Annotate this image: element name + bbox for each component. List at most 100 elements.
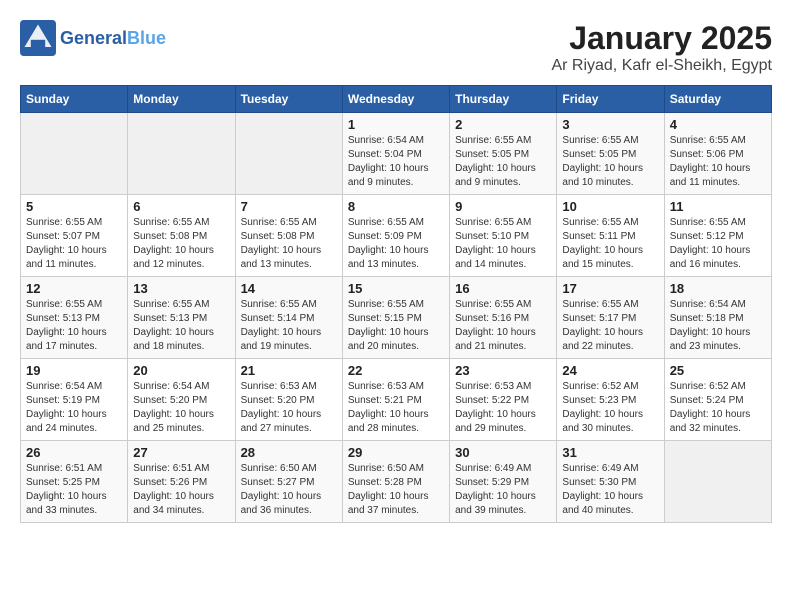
day-number: 4 [670,117,766,132]
day-info: Sunrise: 6:55 AMSunset: 5:14 PMDaylight:… [241,298,337,354]
day-info: Sunrise: 6:55 AMSunset: 5:15 PMDaylight:… [348,298,444,354]
page-header: GeneralBlue January 2025 Ar Riyad, Kafr … [20,20,772,75]
day-of-week-header: Friday [557,86,664,113]
calendar-cell [21,113,128,195]
calendar-cell: 30Sunrise: 6:49 AMSunset: 5:29 PMDayligh… [450,441,557,523]
day-number: 16 [455,281,551,296]
day-number: 22 [348,363,444,378]
calendar-week-row: 26 Sunrise: 6:51 AMSunset: 5:25 PMDayligh… [21,441,772,523]
day-info: Sunrise: 6:51 AMSunset: 5:25 PMDaylight:… [26,462,122,518]
day-of-week-header: Monday [128,86,235,113]
day-info: Sunrise: 6:53 AMSunset: 5:20 PMDaylight:… [241,380,337,436]
day-info: Sunrise: 6:55 AMSunset: 5:08 PMDaylight:… [241,216,337,272]
day-info: Sunrise: 6:55 AMSunset: 5:12 PMDaylight:… [670,216,766,272]
day-of-week-header: Saturday [664,86,771,113]
calendar-cell: 9 Sunrise: 6:55 AMSunset: 5:10 PMDaylight… [450,195,557,277]
day-info: Sunrise: 6:52 AMSunset: 5:23 PMDaylight:… [562,380,658,436]
day-number: 30 [455,445,551,460]
calendar-cell: 8Sunrise: 6:55 AMSunset: 5:09 PMDaylight… [342,195,449,277]
day-number: 26 [26,445,122,460]
calendar-cell: 7 Sunrise: 6:55 AMSunset: 5:08 PMDaylight… [235,195,342,277]
day-info: Sunrise: 6:49 AMSunset: 5:30 PMDaylight:… [562,462,658,518]
day-info: Sunrise: 6:51 AMSunset: 5:26 PMDaylight:… [133,462,229,518]
day-info: Sunrise: 6:54 AMSunset: 5:18 PMDaylight:… [670,298,766,354]
calendar-week-row: 1 Sunrise: 6:54 AMSunset: 5:04 PMDaylight… [21,113,772,195]
day-number: 5 [26,199,122,214]
calendar-header-row: SundayMondayTuesdayWednesdayThursdayFrid… [21,86,772,113]
day-info: Sunrise: 6:55 AMSunset: 5:11 PMDaylight:… [562,216,658,272]
day-number: 9 [455,199,551,214]
day-info: Sunrise: 6:55 AMSunset: 5:13 PMDaylight:… [133,298,229,354]
calendar-cell: 17 Sunrise: 6:55 AMSunset: 5:17 PMDayligh… [557,277,664,359]
day-info: Sunrise: 6:55 AMSunset: 5:17 PMDaylight:… [562,298,658,354]
calendar-cell: 26 Sunrise: 6:51 AMSunset: 5:25 PMDayligh… [21,441,128,523]
day-info: Sunrise: 6:50 AMSunset: 5:28 PMDaylight:… [348,462,444,518]
day-number: 7 [241,199,337,214]
calendar-cell [235,113,342,195]
calendar-cell: 21 Sunrise: 6:53 AMSunset: 5:20 PMDayligh… [235,359,342,441]
calendar-cell: 1 Sunrise: 6:54 AMSunset: 5:04 PMDaylight… [342,113,449,195]
day-number: 28 [241,445,337,460]
day-info: Sunrise: 6:55 AMSunset: 5:07 PMDaylight:… [26,216,122,272]
day-of-week-header: Sunday [21,86,128,113]
day-info: Sunrise: 6:54 AMSunset: 5:20 PMDaylight:… [133,380,229,436]
day-info: Sunrise: 6:55 AMSunset: 5:08 PMDaylight:… [133,216,229,272]
day-number: 25 [670,363,766,378]
day-info: Sunrise: 6:55 AMSunset: 5:06 PMDaylight:… [670,134,766,190]
day-info: Sunrise: 6:53 AMSunset: 5:21 PMDaylight:… [348,380,444,436]
calendar-cell: 22 Sunrise: 6:53 AMSunset: 5:21 PMDayligh… [342,359,449,441]
calendar-cell: 16 Sunrise: 6:55 AMSunset: 5:16 PMDayligh… [450,277,557,359]
calendar-week-row: 12 Sunrise: 6:55 AMSunset: 5:13 PMDayligh… [21,277,772,359]
calendar-cell: 24 Sunrise: 6:52 AMSunset: 5:23 PMDayligh… [557,359,664,441]
calendar-cell: 5 Sunrise: 6:55 AMSunset: 5:07 PMDaylight… [21,195,128,277]
logo-text: GeneralBlue [60,28,166,49]
calendar-cell: 25Sunrise: 6:52 AMSunset: 5:24 PMDayligh… [664,359,771,441]
calendar-cell: 29 Sunrise: 6:50 AMSunset: 5:28 PMDayligh… [342,441,449,523]
calendar-cell: 19 Sunrise: 6:54 AMSunset: 5:19 PMDayligh… [21,359,128,441]
calendar-cell: 4 Sunrise: 6:55 AMSunset: 5:06 PMDaylight… [664,113,771,195]
day-number: 11 [670,199,766,214]
day-info: Sunrise: 6:54 AMSunset: 5:04 PMDaylight:… [348,134,444,190]
day-number: 15 [348,281,444,296]
title-block: January 2025 Ar Riyad, Kafr el-Sheikh, E… [551,20,772,75]
day-number: 14 [241,281,337,296]
day-number: 6 [133,199,229,214]
day-of-week-header: Tuesday [235,86,342,113]
day-number: 12 [26,281,122,296]
calendar-table: SundayMondayTuesdayWednesdayThursdayFrid… [20,85,772,523]
day-number: 31 [562,445,658,460]
calendar-cell: 12Sunrise: 6:55 AMSunset: 5:13 PMDayligh… [21,277,128,359]
logo-general: General [60,28,127,48]
calendar-cell: 28Sunrise: 6:50 AMSunset: 5:27 PMDayligh… [235,441,342,523]
calendar-cell: 23Sunrise: 6:53 AMSunset: 5:22 PMDayligh… [450,359,557,441]
calendar-cell: 14 Sunrise: 6:55 AMSunset: 5:14 PMDayligh… [235,277,342,359]
day-number: 3 [562,117,658,132]
day-number: 24 [562,363,658,378]
day-number: 20 [133,363,229,378]
calendar-cell: 3 Sunrise: 6:55 AMSunset: 5:05 PMDaylight… [557,113,664,195]
calendar-week-row: 19 Sunrise: 6:54 AMSunset: 5:19 PMDayligh… [21,359,772,441]
calendar-week-row: 5 Sunrise: 6:55 AMSunset: 5:07 PMDaylight… [21,195,772,277]
page-title: January 2025 [551,20,772,57]
day-info: Sunrise: 6:55 AMSunset: 5:10 PMDaylight:… [455,216,551,272]
day-of-week-header: Wednesday [342,86,449,113]
calendar-cell [664,441,771,523]
day-number: 1 [348,117,444,132]
calendar-cell: 2 Sunrise: 6:55 AMSunset: 5:05 PMDaylight… [450,113,557,195]
calendar-cell: 18Sunrise: 6:54 AMSunset: 5:18 PMDayligh… [664,277,771,359]
day-info: Sunrise: 6:55 AMSunset: 5:16 PMDaylight:… [455,298,551,354]
day-info: Sunrise: 6:55 AMSunset: 5:05 PMDaylight:… [562,134,658,190]
day-number: 19 [26,363,122,378]
day-number: 2 [455,117,551,132]
calendar-cell: 13 Sunrise: 6:55 AMSunset: 5:13 PMDayligh… [128,277,235,359]
day-number: 13 [133,281,229,296]
logo: GeneralBlue [20,20,166,56]
logo-icon [20,20,56,56]
day-number: 29 [348,445,444,460]
day-info: Sunrise: 6:55 AMSunset: 5:05 PMDaylight:… [455,134,551,190]
day-number: 23 [455,363,551,378]
day-number: 17 [562,281,658,296]
day-info: Sunrise: 6:55 AMSunset: 5:09 PMDaylight:… [348,216,444,272]
day-number: 21 [241,363,337,378]
day-info: Sunrise: 6:54 AMSunset: 5:19 PMDaylight:… [26,380,122,436]
